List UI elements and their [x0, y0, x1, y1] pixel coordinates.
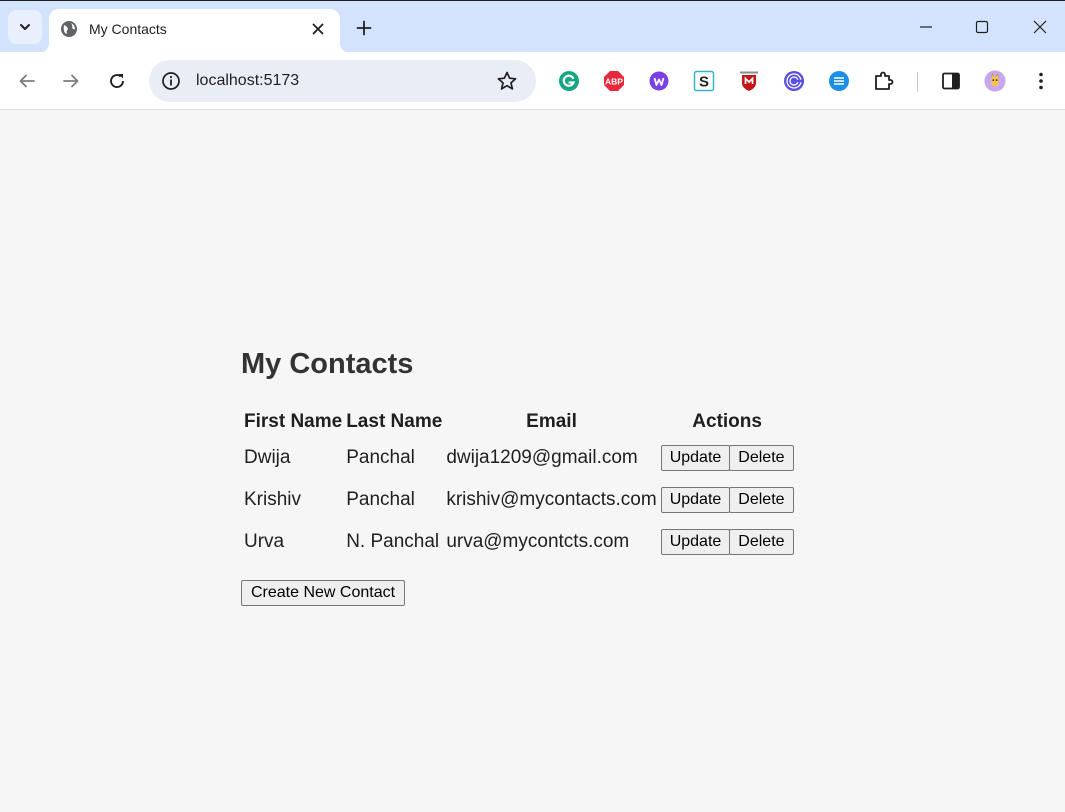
table-row: Urva N. Panchal urva@mycontcts.com Updat…: [243, 522, 795, 562]
s-extension-label: S: [699, 74, 709, 91]
tab-strip: My Contacts: [0, 0, 1065, 53]
profile-button[interactable]: [984, 70, 1006, 92]
table-header-row: First Name Last Name Email Actions: [243, 408, 795, 436]
avatar: [984, 70, 1006, 92]
extensions-puzzle-icon: [875, 71, 894, 90]
more-vertical-icon: [1039, 72, 1043, 90]
email-cell: dwija1209@gmail.com: [446, 447, 638, 468]
minimize-icon: [920, 26, 932, 28]
column-header-last-name: Last Name: [346, 411, 443, 432]
close-icon: [1033, 20, 1047, 34]
actions-cell: Update Delete: [660, 522, 795, 562]
close-window-button[interactable]: [1028, 15, 1052, 39]
wordtune-icon: [649, 71, 669, 91]
reload-button[interactable]: [105, 69, 129, 93]
globe-icon: [61, 21, 77, 37]
address-bar[interactable]: localhost:5173: [149, 60, 536, 102]
toolbar-divider: [917, 72, 918, 92]
new-tab-button[interactable]: [353, 17, 375, 39]
browser-toolbar: localhost:5173 ABP S: [0, 52, 1065, 110]
actions-cell: Update Delete: [660, 438, 795, 478]
arrow-right-icon: [63, 74, 79, 88]
radar-extension-icon: [784, 71, 804, 91]
first-name-cell: Krishiv: [244, 489, 302, 510]
s-extension[interactable]: S: [693, 70, 715, 92]
tab-title: My Contacts: [89, 21, 167, 37]
contacts-table: First Name Last Name Email Actions Dwija…: [241, 406, 797, 564]
info-icon[interactable]: [161, 71, 181, 91]
chevron-down-icon: [20, 24, 30, 30]
table-row: Krishiv Panchal krishiv@mycontacts.com U…: [243, 480, 795, 520]
last-name-cell: N. Panchal: [346, 531, 440, 552]
delete-button[interactable]: Delete: [729, 529, 794, 555]
bookmark-star-icon[interactable]: [496, 70, 518, 92]
adblock-plus-icon: ABP: [604, 71, 624, 91]
first-name-cell: Dwija: [244, 447, 291, 468]
browser-menu-button[interactable]: [1030, 70, 1052, 92]
close-icon: [312, 23, 324, 35]
arrow-left-icon: [19, 74, 35, 88]
minimize-button[interactable]: [914, 15, 938, 39]
back-button[interactable]: [15, 69, 39, 93]
maximize-icon: [975, 20, 989, 34]
maximize-button[interactable]: [970, 15, 994, 39]
first-name-cell: Urva: [244, 531, 285, 552]
blue-list-extension[interactable]: [828, 70, 850, 92]
update-button[interactable]: Update: [660, 487, 731, 513]
adblock-plus-extension[interactable]: ABP: [603, 70, 625, 92]
create-contact-button[interactable]: Create New Contact: [241, 580, 406, 606]
page-title: My Contacts: [241, 348, 414, 380]
update-button[interactable]: Update: [660, 445, 731, 471]
forward-button[interactable]: [59, 69, 83, 93]
extensions-button[interactable]: [873, 70, 895, 92]
column-header-first-name: First Name: [244, 411, 343, 432]
email-cell: urva@mycontcts.com: [446, 531, 630, 552]
delete-button[interactable]: Delete: [729, 487, 794, 513]
last-name-cell: Panchal: [346, 489, 415, 510]
column-header-actions: Actions: [692, 411, 762, 432]
side-panel-button[interactable]: [940, 70, 962, 92]
last-name-cell: Panchal: [346, 447, 415, 468]
tab-search-button[interactable]: [8, 10, 42, 44]
mcafee-icon: [740, 71, 758, 91]
tab-close-button[interactable]: [308, 19, 328, 39]
wordtune-extension[interactable]: [648, 70, 670, 92]
reload-icon: [110, 74, 124, 88]
radar-extension[interactable]: [783, 70, 805, 92]
s-extension-icon: S: [693, 70, 715, 92]
mcafee-extension[interactable]: [738, 70, 760, 92]
table-row: Dwija Panchal dwija1209@gmail.com Update…: [243, 438, 795, 478]
blue-list-extension-icon: [829, 71, 849, 91]
delete-button[interactable]: Delete: [729, 445, 794, 471]
active-tab[interactable]: My Contacts: [49, 9, 340, 53]
update-button[interactable]: Update: [660, 529, 731, 555]
url-text[interactable]: localhost:5173: [196, 72, 299, 90]
adblock-plus-label: ABP: [605, 77, 623, 87]
side-panel-icon: [942, 72, 960, 90]
grammarly-icon: [559, 71, 579, 91]
actions-cell: Update Delete: [660, 480, 795, 520]
column-header-email: Email: [526, 411, 577, 432]
grammarly-extension[interactable]: [558, 70, 580, 92]
email-cell: krishiv@mycontacts.com: [446, 489, 657, 510]
plus-icon: [356, 20, 372, 36]
